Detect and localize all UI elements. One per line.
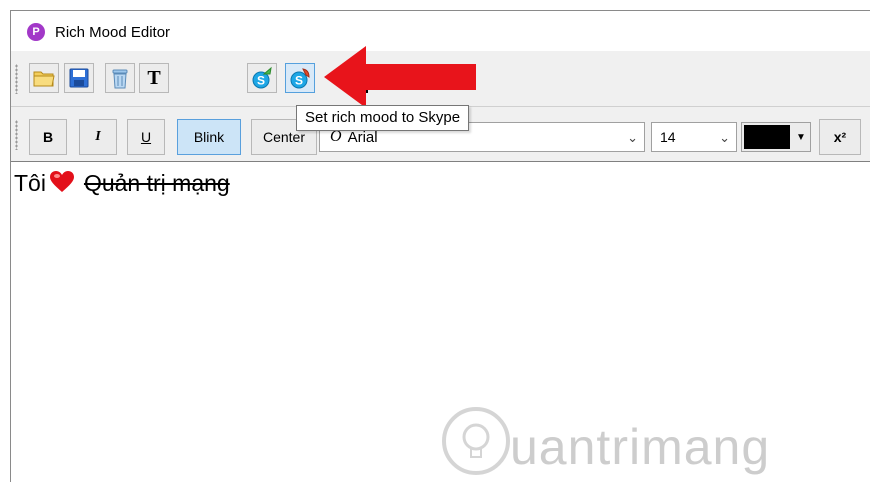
toolbar-grip[interactable] (15, 64, 18, 94)
svg-text:S: S (257, 74, 265, 88)
heart-icon (49, 170, 74, 199)
blink-button[interactable]: Blink (177, 119, 241, 155)
save-button[interactable] (64, 63, 94, 93)
superscript-button[interactable]: x² (819, 119, 861, 155)
chevron-down-icon: ⌄ (627, 130, 638, 145)
get-mood-from-skype-button[interactable]: S (247, 63, 277, 93)
tooltip: Set rich mood to Skype (296, 105, 470, 131)
format-toolbar-grip[interactable] (15, 120, 18, 150)
editor-text-plain: Tôi (14, 170, 46, 196)
open-button[interactable] (29, 63, 59, 93)
skype-set-icon: S (290, 68, 310, 89)
font-name-value: Arial (347, 128, 378, 146)
skype-get-icon: S (252, 66, 272, 89)
italic-button[interactable]: I (79, 119, 117, 155)
font-size-value: 14 (660, 129, 676, 145)
app-logo-icon: P (27, 23, 45, 41)
set-mood-to-skype-button[interactable]: S (285, 63, 315, 93)
folder-icon (33, 71, 55, 87)
color-dropdown-icon: ▼ (796, 131, 806, 143)
font-size-select[interactable]: 14 ⌄ (651, 122, 737, 152)
watermark-text: uantrimang (510, 419, 771, 475)
text-T-icon: T (147, 66, 161, 89)
floppy-disk-icon (69, 68, 89, 88)
trash-icon (112, 69, 128, 89)
watermark-logo-icon (440, 405, 512, 482)
bold-button[interactable]: B (29, 119, 67, 155)
underline-button[interactable]: U (127, 119, 165, 155)
color-swatch (744, 125, 790, 149)
svg-text:S: S (295, 74, 303, 88)
clear-button[interactable] (105, 63, 135, 93)
chevron-down-icon: ⌄ (719, 130, 730, 145)
color-picker[interactable]: ▼ (741, 122, 811, 152)
editor-text-strike: Quản trị mạng (83, 170, 230, 196)
window-title: Rich Mood Editor (55, 24, 171, 41)
text-style-button[interactable]: T (139, 63, 169, 93)
editor-content[interactable]: Tôi Quản trị mạng (14, 170, 230, 199)
